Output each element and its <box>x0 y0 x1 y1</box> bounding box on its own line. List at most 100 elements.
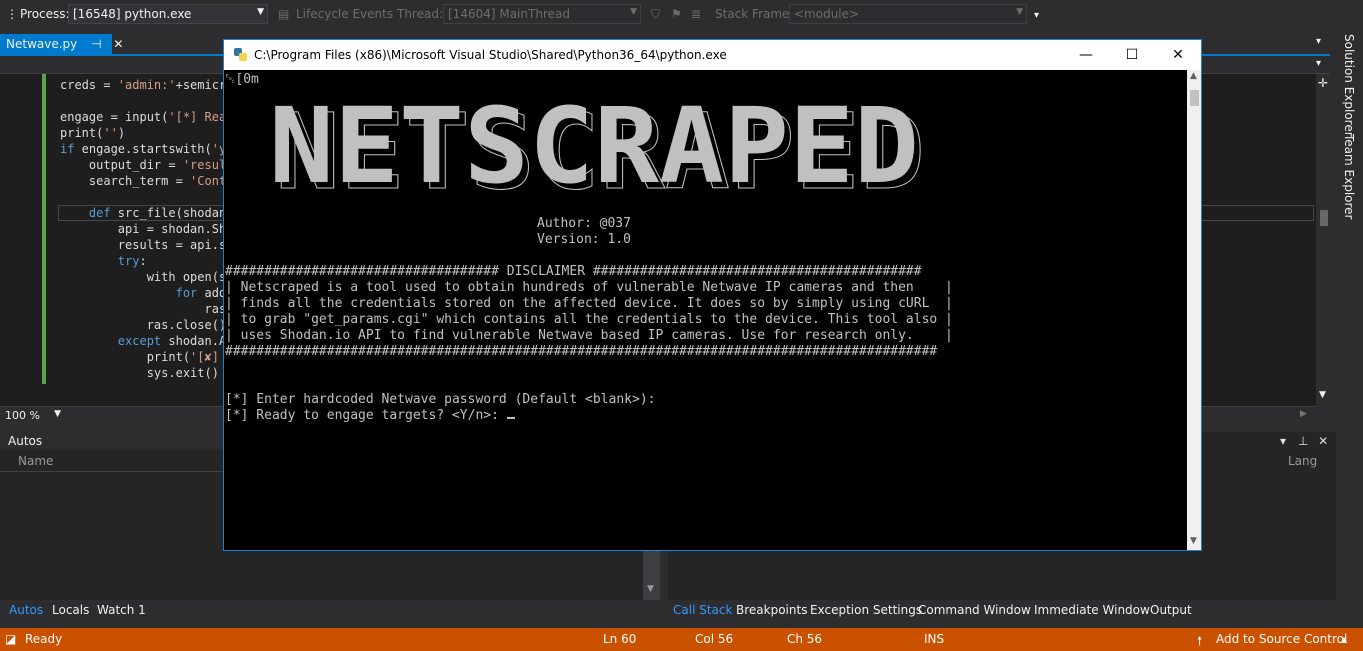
scroll-right-icon[interactable]: ▶ <box>1300 409 1307 419</box>
tab-autos[interactable]: Autos <box>9 603 43 617</box>
code-line: output_dir = 'resul <box>60 158 227 172</box>
tab-locals[interactable]: Locals <box>52 603 89 617</box>
tab-title: Netwave.py <box>6 37 78 51</box>
status-ins: INS <box>924 632 945 646</box>
filter-icon[interactable]: ⛉ <box>651 7 660 22</box>
status-char: Ch 56 <box>787 632 823 646</box>
console-title: C:\Program Files (x86)\Microsoft Visual … <box>254 48 727 62</box>
console-output[interactable]: ␛[0m NETSCRAPED NETSCRAPED Author: @037 … <box>224 70 1187 550</box>
tab-breakpoints[interactable]: Breakpoints <box>736 603 807 617</box>
process-value: [16548] python.exe <box>73 7 192 21</box>
tab-command-window[interactable]: Command Window <box>918 603 1031 617</box>
grip-icon: ⋮ <box>6 7 18 21</box>
code-line: except shodan.A <box>60 334 227 348</box>
chevron-up-icon[interactable]: ▴ <box>1341 632 1347 646</box>
dropdown-icon[interactable]: ▾ <box>1280 434 1286 448</box>
tab-list-icon[interactable]: ▾ <box>1316 36 1321 47</box>
stack-icon: ≣ <box>691 7 702 21</box>
code-line: engage = input('[*] Rea <box>60 110 227 124</box>
console-window[interactable]: C:\Program Files (x86)\Microsoft Visual … <box>223 39 1202 551</box>
scroll-down-icon[interactable]: ▼ <box>1190 536 1197 546</box>
side-tab-team-explorer[interactable]: Team Explorer <box>1338 134 1356 220</box>
status-ready: Ready <box>25 632 63 646</box>
disclaimer-footer: ########################################… <box>225 344 938 359</box>
toolbar-overflow-icon[interactable]: ▾ <box>1034 10 1039 21</box>
change-tracking-bar <box>42 74 46 384</box>
add-to-source-control-button[interactable]: Add to Source Control <box>1216 632 1347 646</box>
code-line: def src_file(shodan_ <box>60 206 234 220</box>
scroll-down-icon[interactable]: ▼ <box>647 584 654 594</box>
thread-dropdown[interactable]: [14604] MainThread ▼ <box>443 4 641 24</box>
chevron-down-icon[interactable]: ▾ <box>1316 58 1321 69</box>
disclaimer-line: | uses Shodan.io API to find vulnerable … <box>225 328 953 343</box>
process-dropdown[interactable]: [16548] python.exe ▼ <box>68 4 268 24</box>
tab-call-stack[interactable]: Call Stack <box>673 603 732 617</box>
editor-gutter <box>0 74 44 406</box>
console-scrollbar-thumb[interactable] <box>1190 90 1199 106</box>
lifecycle-events-button[interactable]: Lifecycle Events <box>296 7 393 21</box>
text-cursor <box>506 417 515 419</box>
tab-exception-settings[interactable]: Exception Settings <box>810 603 922 617</box>
tab-immediate-window[interactable]: Immediate Window <box>1034 603 1150 617</box>
chevron-down-icon: ▼ <box>630 7 637 17</box>
code-line: api = shodan.Sho <box>60 222 234 236</box>
code-line: search_term = 'Cont <box>60 174 227 188</box>
pin-icon[interactable]: ⊥ <box>1298 434 1308 448</box>
minimize-button[interactable]: — <box>1063 40 1109 70</box>
console-title-bar[interactable]: C:\Program Files (x86)\Microsoft Visual … <box>224 40 1201 70</box>
code-line: ras <box>60 302 227 316</box>
debug-toolbar: ⋮ Process: [16548] python.exe ▼ ▤ Lifecy… <box>0 0 1363 30</box>
python-icon <box>234 48 247 61</box>
disclaimer-header: ################################### DISC… <box>225 264 922 279</box>
chevron-down-icon: ▼ <box>1016 7 1023 17</box>
code-line: for add <box>60 286 227 300</box>
tab-output[interactable]: Output <box>1150 603 1192 617</box>
maximize-button[interactable]: ☐ <box>1109 40 1155 70</box>
code-line: with open(s <box>60 270 227 284</box>
split-icon[interactable]: ✛ <box>1318 76 1328 90</box>
code-line: ras.close() <box>60 318 227 332</box>
arrow-up-icon: 🠕 <box>1197 634 1203 648</box>
console-scrollbar[interactable]: ▲ ▼ <box>1187 70 1201 550</box>
disclaimer-line: | Netscraped is a tool used to obtain hu… <box>225 280 953 295</box>
zoom-dropdown[interactable]: 100 % ▼ <box>3 408 63 424</box>
disclaimer-line: | to grab "get_params.cgi" which contain… <box>225 312 953 327</box>
close-icon[interactable]: ✕ <box>113 37 123 51</box>
code-line: creds = 'admin:'+semicr <box>60 78 227 92</box>
scrollbar-thumb[interactable] <box>1320 210 1328 226</box>
engage-prompt: [*] Ready to engage targets? <Y/n>: <box>225 408 515 424</box>
tab-watch-1[interactable]: Watch 1 <box>97 603 146 617</box>
code-line: print('[✘] <box>60 350 219 364</box>
stack-frame-dropdown[interactable]: <module> ▼ <box>789 4 1027 24</box>
editor-vertical-scrollbar[interactable]: ✛ ▼ <box>1316 74 1330 406</box>
side-tab-solution-explorer[interactable]: Solution Explorer <box>1338 34 1356 137</box>
close-icon[interactable]: ✕ <box>1318 434 1328 448</box>
version-line: Version: 1.0 <box>537 232 631 247</box>
thread-label: Thread: <box>397 7 444 21</box>
status-bar: ◪ Ready Ln 60 Col 56 Ch 56 INS 🠕 Add to … <box>0 628 1363 651</box>
code-line: sys.exit() <box>60 366 219 380</box>
password-prompt: [*] Enter hardcoded Netwave password (De… <box>225 392 656 407</box>
scroll-down-icon[interactable]: ▼ <box>1319 390 1326 400</box>
code-line: print('') <box>60 126 126 140</box>
author-line: Author: @037 <box>537 216 631 231</box>
autos-title: Autos <box>8 434 43 448</box>
ready-icon: ◪ <box>5 632 17 646</box>
lifecycle-icon: ▤ <box>278 7 290 21</box>
process-label: Process: <box>20 7 70 21</box>
stack-frame-value: <module> <box>794 7 860 21</box>
column-name[interactable]: Name <box>18 454 53 468</box>
code-line: if engage.startswith('y <box>60 142 227 156</box>
pin-icon[interactable]: ⊣ <box>91 37 101 51</box>
close-button[interactable]: ✕ <box>1155 40 1201 70</box>
escape-sequence: ␛[0m <box>225 72 259 87</box>
column-lang[interactable]: Lang <box>1288 454 1317 468</box>
tab-netwave-py[interactable]: Netwave.py ⊣ ✕ <box>0 34 123 56</box>
stack-frame-label: Stack Frame: <box>715 7 794 21</box>
chevron-down-icon: ▼ <box>54 409 61 419</box>
scroll-up-icon[interactable]: ▲ <box>1190 71 1197 81</box>
flag-icon[interactable]: ⚑ <box>671 7 682 21</box>
status-line: Ln 60 <box>603 632 637 646</box>
chevron-down-icon: ▼ <box>257 7 264 17</box>
netscraped-ascii-banner: NETSCRAPED NETSCRAPED <box>269 100 926 196</box>
